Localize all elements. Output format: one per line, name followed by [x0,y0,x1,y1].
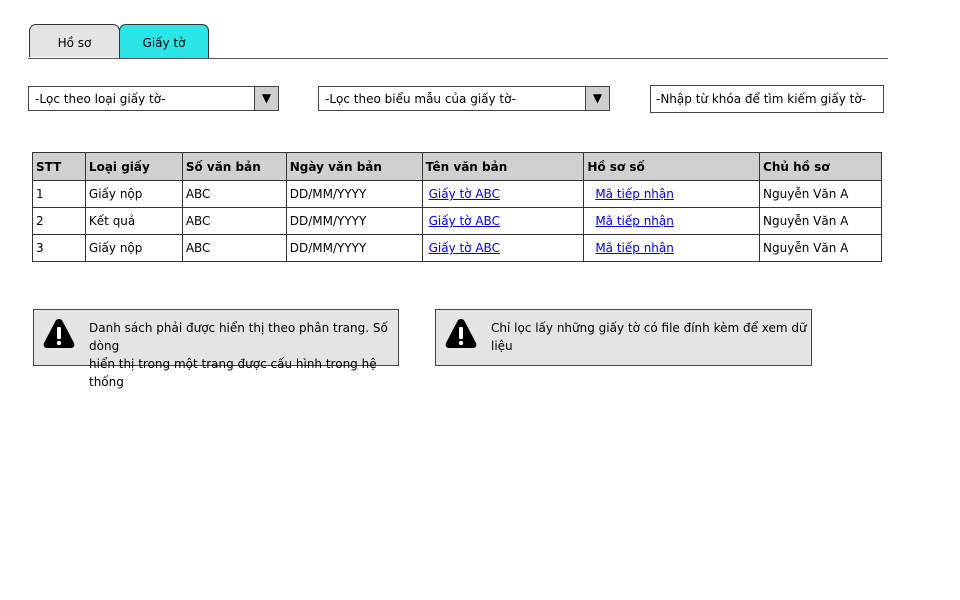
template-filter-value: -Lọc theo biểu mẫu của giấy tờ- [325,92,516,106]
template-filter[interactable]: -Lọc theo biểu mẫu của giấy tờ- ▼ [318,86,610,111]
cell-name: Giấy tờ ABC [421,180,585,208]
warning-icon [445,319,477,348]
cell-stt: 1 [32,180,86,208]
dropdown-arrow-icon[interactable]: ▼ [585,87,609,110]
pagination-note: Danh sách phải được hiển thị theo phân t… [33,309,399,389]
document-link[interactable]: Giấy tờ ABC [429,241,500,255]
note-line: hiển thị trong một trang được cấu hình t… [89,357,377,389]
cell-date: DD/MM/YYYY [285,180,423,208]
cell-dossier: Mã tiếp nhận [583,207,761,235]
cell-dossier: Mã tiếp nhận [583,234,761,262]
column-header-stt: STT [32,152,86,181]
receipt-code-link[interactable]: Mã tiếp nhận [595,214,674,228]
column-header-type: Loại giấy [84,152,183,181]
cell-name: Giấy tờ ABC [421,234,585,262]
table-header-row: STT Loại giấy Số văn bản Ngày văn bản Tê… [32,152,882,181]
cell-dossier: Mã tiếp nhận [583,180,761,208]
search-input[interactable] [656,87,880,111]
cell-date: DD/MM/YYYY [285,234,423,262]
cell-number: ABC [181,234,287,262]
table-row: 1 Giấy nộp ABC DD/MM/YYYY Giấy tờ ABC Mã… [32,180,882,208]
cell-type: Giấy nộp [84,180,183,208]
dropdown-arrow-icon[interactable]: ▼ [254,87,278,110]
document-type-filter[interactable]: -Lọc theo loại giấy tờ- ▼ [28,86,279,111]
document-link[interactable]: Giấy tờ ABC [429,187,500,201]
column-header-date: Ngày văn bản [285,152,423,181]
table-row: 3 Giấy nộp ABC DD/MM/YYYY Giấy tờ ABC Mã… [32,234,882,262]
cell-type: Kết quả [84,207,183,235]
search-box [650,85,884,113]
note-text: Danh sách phải được hiển thị theo phân t… [89,319,398,391]
tab-ho-so[interactable]: Hồ sơ [29,24,120,57]
documents-table: STT Loại giấy Số văn bản Ngày văn bản Tê… [32,152,882,262]
receipt-code-link[interactable]: Mã tiếp nhận [595,187,674,201]
cell-owner: Nguyễn Văn A [759,180,882,208]
cell-type: Giấy nộp [84,234,183,262]
tab-giay-to[interactable]: Giấy tờ [119,24,209,59]
document-link[interactable]: Giấy tờ ABC [429,214,500,228]
cell-stt: 2 [32,207,86,235]
column-header-owner: Chủ hồ sơ [759,152,882,181]
warning-icon [43,319,75,348]
note-text: Chỉ lọc lấy những giấy tờ có file đính k… [491,319,811,355]
column-header-dossier: Hồ sơ số [583,152,761,181]
note-line: Danh sách phải được hiển thị theo phân t… [89,321,388,353]
cell-stt: 3 [32,234,86,262]
cell-name: Giấy tờ ABC [421,207,585,235]
table-row: 2 Kết quả ABC DD/MM/YYYY Giấy tờ ABC Mã … [32,207,882,235]
cell-date: DD/MM/YYYY [285,207,423,235]
document-type-filter-value: -Lọc theo loại giấy tờ- [35,92,166,106]
cell-owner: Nguyễn Văn A [759,207,882,235]
cell-number: ABC [181,180,287,208]
cell-number: ABC [181,207,287,235]
column-header-name: Tên văn bản [421,152,585,181]
attachment-filter-note: Chỉ lọc lấy những giấy tờ có file đính k… [435,309,812,366]
cell-owner: Nguyễn Văn A [759,234,882,262]
tab-divider [28,58,888,59]
receipt-code-link[interactable]: Mã tiếp nhận [595,241,674,255]
note-line: Chỉ lọc lấy những giấy tờ có file đính k… [491,321,807,353]
column-header-number: Số văn bản [181,152,287,181]
